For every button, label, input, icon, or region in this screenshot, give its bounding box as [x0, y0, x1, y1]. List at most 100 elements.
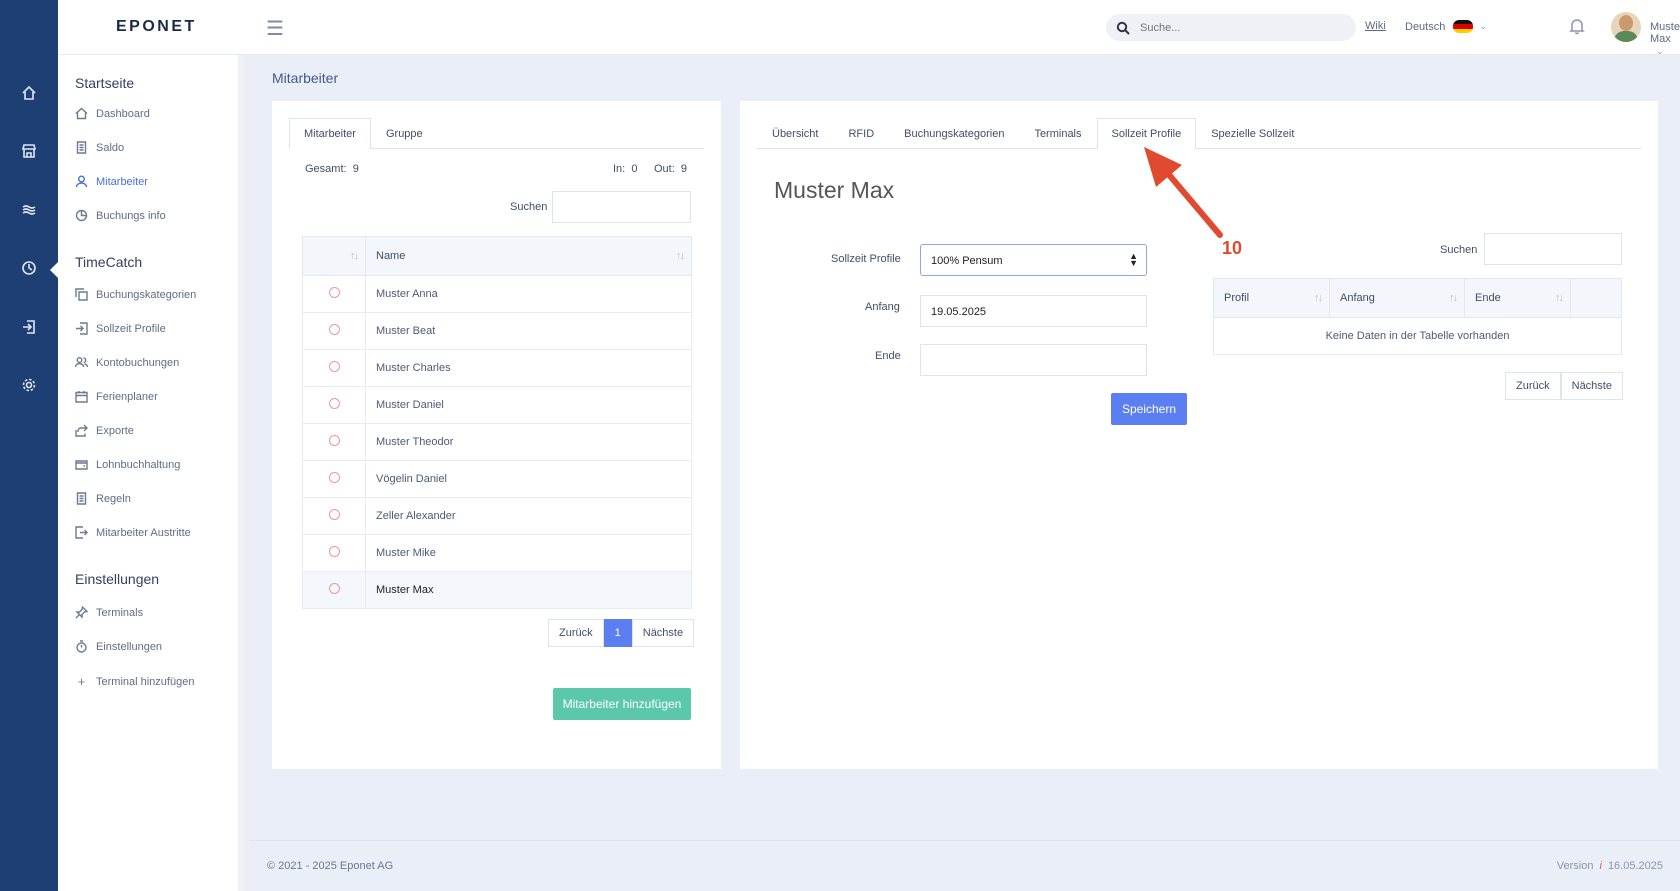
table-row[interactable]: Vögelin Daniel: [302, 460, 692, 498]
sidebar-item-label: Ferienplaner: [96, 390, 158, 403]
gear-icon[interactable]: [16, 372, 42, 398]
start-label: Anfang: [865, 301, 900, 313]
employee-search-input[interactable]: [552, 191, 691, 223]
select-column-header[interactable]: ↑↓: [302, 236, 366, 276]
search-bar[interactable]: [1106, 14, 1356, 41]
language-selector[interactable]: Deutsch ⌄: [1405, 20, 1487, 33]
employee-name[interactable]: Zeller Alexander: [365, 497, 692, 535]
tab-spezielle-sollzeit[interactable]: Spezielle Sollzeit: [1196, 118, 1309, 148]
sidebar-item-mitarbeiter[interactable]: Mitarbeiter: [75, 175, 148, 188]
start-date-input[interactable]: 19.05.2025: [920, 295, 1147, 327]
tab-gruppe[interactable]: Gruppe: [371, 118, 438, 148]
prev-page-button[interactable]: Zurück: [1505, 372, 1561, 400]
chart-pie-icon: [75, 209, 88, 222]
sidebar-item-dashboard[interactable]: Dashboard: [75, 107, 150, 120]
column-header-anfang[interactable]: Anfang ↑↓: [1329, 278, 1465, 318]
employee-name[interactable]: Vögelin Daniel: [365, 460, 692, 498]
sidebar-item-terminal-hinzufuegen[interactable]: + Terminal hinzufügen: [75, 674, 195, 689]
users-icon: [75, 357, 88, 368]
out-value: 9: [680, 163, 688, 175]
employee-name[interactable]: Muster Anna: [365, 275, 692, 313]
employee-table: ↑↓ Name ↑↓ Muster Anna Muster Beat Muster…: [302, 236, 692, 609]
next-page-button[interactable]: Nächste: [631, 619, 695, 647]
sidebar-item-buchungs-info[interactable]: Buchungs info: [75, 209, 166, 222]
clock-icon[interactable]: [16, 255, 42, 281]
sidebar-item-saldo[interactable]: Saldo: [75, 141, 124, 154]
profile-table-search-label: Suchen: [1440, 244, 1478, 256]
notification-bell-icon[interactable]: [1568, 17, 1586, 40]
table-row[interactable]: Muster Theodor: [302, 423, 692, 461]
employee-name[interactable]: Muster Beat: [365, 312, 692, 350]
column-header-ende[interactable]: Ende ↑↓: [1464, 278, 1571, 318]
tab-buchungskategorien[interactable]: Buchungskategorien: [889, 118, 1019, 148]
sidebar-item-label: Mitarbeiter Austritte: [96, 526, 191, 539]
column-header-label: Anfang: [1340, 292, 1375, 304]
sidebar-item-regeln[interactable]: Regeln: [75, 492, 131, 505]
sidebar-section-startseite: Startseite: [75, 75, 135, 91]
topbar: EPONET ☰ Wiki Deutsch ⌄ Muster Max ⌄: [58, 0, 1680, 57]
sidebar-section-einstellungen: Einstellungen: [75, 571, 160, 587]
sidebar-item-label: Einstellungen: [96, 640, 163, 653]
tab-rfid[interactable]: RFID: [833, 118, 889, 148]
total-value: 9: [352, 163, 359, 175]
profile-select[interactable]: 100% Pensum ▲ ▼: [920, 244, 1147, 276]
profile-table-search-input[interactable]: [1484, 233, 1622, 265]
prev-page-button[interactable]: Zurück: [548, 619, 604, 647]
store-icon[interactable]: [16, 138, 42, 164]
avatar[interactable]: [1611, 12, 1641, 42]
calendar-icon: [75, 391, 88, 403]
icon-rail: [0, 0, 58, 891]
sidebar-item-ferienplaner[interactable]: Ferienplaner: [75, 390, 158, 403]
table-row[interactable]: Muster Mike: [302, 534, 692, 572]
logo[interactable]: EPONET: [116, 18, 197, 36]
annotation-arrow-icon: [1144, 147, 1223, 238]
user-menu[interactable]: Muster Max ⌄: [1650, 21, 1680, 57]
save-button[interactable]: Speichern: [1111, 393, 1187, 425]
tab-mitarbeiter[interactable]: Mitarbeiter: [289, 118, 371, 149]
employee-name[interactable]: Muster Theodor: [365, 423, 692, 461]
page-1-button[interactable]: 1: [603, 619, 632, 647]
end-date-input[interactable]: [920, 344, 1147, 376]
sidebar-item-terminals[interactable]: Terminals: [75, 606, 143, 619]
sidebar-item-sollzeit-profile[interactable]: Sollzeit Profile: [75, 322, 166, 335]
next-page-button[interactable]: Nächste: [1560, 372, 1623, 400]
chevron-down-icon: ⌄: [1656, 46, 1664, 56]
active-indicator: [50, 262, 58, 278]
table-row-selected[interactable]: Muster Max: [302, 571, 692, 609]
sidebar-item-einstellungen[interactable]: Einstellungen: [75, 640, 162, 653]
table-row[interactable]: Muster Beat: [302, 312, 692, 350]
sidebar-item-exporte[interactable]: Exporte: [75, 424, 134, 437]
employee-name[interactable]: Muster Max: [365, 571, 692, 609]
table-row[interactable]: Muster Anna: [302, 275, 692, 313]
profile-pagination: Zurück Nächste: [1505, 372, 1623, 400]
tab-uebersicht[interactable]: Übersicht: [757, 118, 833, 148]
wiki-link[interactable]: Wiki: [1365, 20, 1386, 32]
in-value: 0: [631, 163, 638, 175]
employee-name[interactable]: Muster Charles: [365, 349, 692, 387]
column-header-name[interactable]: Name ↑↓: [365, 236, 692, 276]
share-icon: [75, 424, 88, 437]
employee-name[interactable]: Muster Daniel: [365, 386, 692, 424]
waves-icon[interactable]: [16, 197, 42, 223]
home-icon[interactable]: [16, 80, 42, 106]
sidebar-item-kontobuchungen[interactable]: Kontobuchungen: [75, 356, 179, 369]
table-row[interactable]: Zeller Alexander: [302, 497, 692, 535]
table-row[interactable]: Muster Charles: [302, 349, 692, 387]
tab-terminals[interactable]: Terminals: [1019, 118, 1096, 148]
column-header-actions: [1570, 278, 1622, 318]
empty-table-message: Keine Daten in der Tabelle vorhanden: [1213, 317, 1622, 355]
employee-pagination: Zurück 1 Nächste: [548, 619, 695, 647]
menu-toggle-icon[interactable]: ☰: [266, 16, 284, 41]
employee-name[interactable]: Muster Mike: [365, 534, 692, 572]
sidebar-item-lohnbuchhaltung[interactable]: Lohnbuchhaltung: [75, 458, 180, 471]
login-icon[interactable]: [16, 314, 42, 340]
stopwatch-icon: [76, 640, 87, 653]
table-row[interactable]: Muster Daniel: [302, 386, 692, 424]
add-employee-button[interactable]: Mitarbeiter hinzufügen: [553, 688, 691, 720]
column-header-profil[interactable]: Profil ↑↓: [1213, 278, 1330, 318]
in-count: In: 0: [613, 163, 637, 175]
sidebar-item-buchungskategorien[interactable]: Buchungskategorien: [75, 288, 196, 301]
sidebar-item-mitarbeiter-austritte[interactable]: Mitarbeiter Austritte: [75, 526, 191, 539]
search-input[interactable]: [1140, 21, 1340, 34]
plus-icon: +: [77, 674, 86, 689]
